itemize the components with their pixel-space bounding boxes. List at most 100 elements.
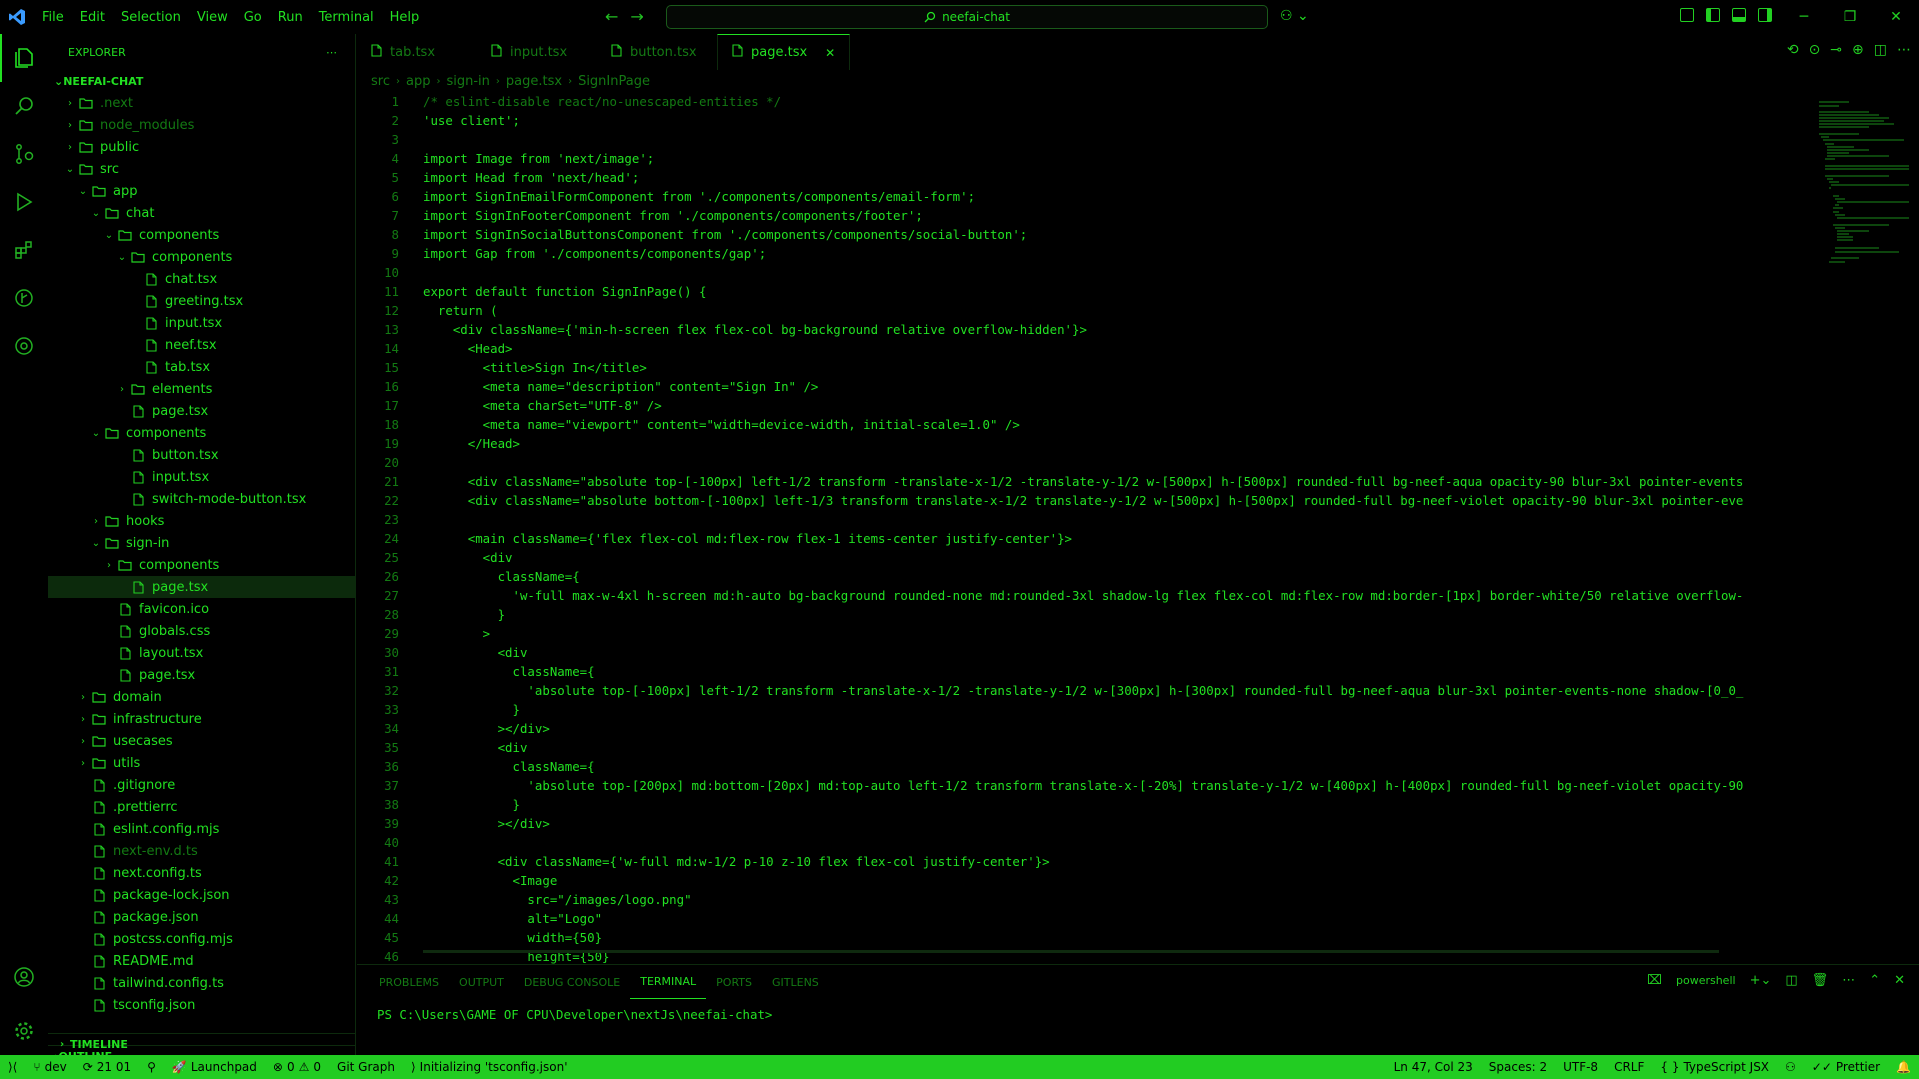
tree-file[interactable]: postcss.config.mjs bbox=[48, 928, 355, 950]
language-mode[interactable]: { } TypeScript JSX bbox=[1652, 1055, 1777, 1079]
launchpad-item[interactable]: 🚀 Launchpad bbox=[164, 1055, 265, 1079]
settings-gear-icon[interactable] bbox=[0, 1007, 48, 1055]
more-actions-icon[interactable]: ⋯ bbox=[1897, 42, 1911, 58]
sync-item[interactable]: ⟳ 21 01 bbox=[75, 1055, 139, 1079]
terminal-prompt[interactable]: PS C:\Users\GAME OF CPU\Developer\nextJs… bbox=[357, 999, 1919, 1030]
tree-folder[interactable]: ⌄ components bbox=[48, 422, 355, 444]
tree-file[interactable]: favicon.ico bbox=[48, 598, 355, 620]
terminal-shell-label[interactable]: powershell bbox=[1676, 974, 1736, 987]
copilot-icon[interactable]: ⚇ ⌄ bbox=[1280, 8, 1309, 24]
close-window-icon[interactable]: ✕ bbox=[1873, 0, 1919, 34]
tree-file[interactable]: tsconfig.json bbox=[48, 994, 355, 1016]
tree-folder[interactable]: › utils bbox=[48, 752, 355, 774]
tree-folder[interactable]: › components bbox=[48, 554, 355, 576]
tree-file[interactable]: next-env.d.ts bbox=[48, 840, 355, 862]
tree-file[interactable]: button.tsx bbox=[48, 444, 355, 466]
code-editor[interactable]: 1 /* eslint-disable react/no-unescaped-en… bbox=[357, 92, 1787, 964]
breadcrumb-item[interactable]: src bbox=[371, 74, 390, 89]
run-debug-icon[interactable] bbox=[0, 178, 48, 226]
git-commit-icon[interactable]: ⊸ bbox=[1830, 42, 1842, 58]
editor-tab[interactable]: button.tsx bbox=[597, 34, 717, 70]
copilot-status[interactable]: ⚇ bbox=[1777, 1055, 1804, 1079]
horizontal-scrollbar[interactable] bbox=[423, 950, 1719, 953]
branch-item[interactable]: ⑂ dev bbox=[25, 1055, 74, 1079]
back-arrow-icon[interactable]: ← bbox=[605, 7, 618, 26]
tree-folder[interactable]: › hooks bbox=[48, 510, 355, 532]
tree-file[interactable]: globals.css bbox=[48, 620, 355, 642]
tree-folder[interactable]: › usecases bbox=[48, 730, 355, 752]
tree-file[interactable]: .prettierrc bbox=[48, 796, 355, 818]
tree-folder[interactable]: › infrastructure bbox=[48, 708, 355, 730]
menu-go[interactable]: Go bbox=[236, 10, 270, 25]
workspace-root[interactable]: ⌄ NEEFAI-CHAT bbox=[48, 70, 355, 92]
notifications-item[interactable]: 🔔 bbox=[1888, 1055, 1919, 1079]
tree-file[interactable]: tailwind.config.ts bbox=[48, 972, 355, 994]
toggle-primary-sidebar-icon[interactable] bbox=[1706, 8, 1720, 22]
tree-file[interactable]: switch-mode-button.tsx bbox=[48, 488, 355, 510]
open-changes-icon[interactable]: ⊕ bbox=[1852, 42, 1864, 58]
toggle-secondary-sidebar-icon[interactable] bbox=[1758, 8, 1772, 22]
tree-folder[interactable]: › public bbox=[48, 136, 355, 158]
panel-tab-debug-console[interactable]: DEBUG CONSOLE bbox=[514, 965, 630, 999]
maximize-panel-icon[interactable]: ⌃ bbox=[1869, 973, 1880, 988]
problems-item[interactable]: ⊗ 0 ⚠ 0 bbox=[265, 1055, 329, 1079]
tree-folder[interactable]: › node_modules bbox=[48, 114, 355, 136]
line-ending[interactable]: CRLF bbox=[1606, 1055, 1652, 1079]
tree-folder[interactable]: ⌄ components bbox=[48, 246, 355, 268]
tree-file[interactable]: neef.tsx bbox=[48, 334, 355, 356]
tree-file[interactable]: tab.tsx bbox=[48, 356, 355, 378]
tree-file[interactable]: layout.tsx bbox=[48, 642, 355, 664]
tree-file[interactable]: greeting.tsx bbox=[48, 290, 355, 312]
breadcrumb-item[interactable]: sign-in bbox=[446, 74, 489, 89]
panel-tab-ports[interactable]: PORTS bbox=[706, 965, 762, 999]
files-icon[interactable] bbox=[0, 34, 48, 82]
tree-folder[interactable]: › .next bbox=[48, 92, 355, 114]
more-actions-icon[interactable]: ⋯ bbox=[1842, 973, 1855, 988]
forward-arrow-icon[interactable]: → bbox=[630, 7, 643, 26]
tree-file[interactable]: README.md bbox=[48, 950, 355, 972]
search-icon[interactable] bbox=[0, 82, 48, 130]
tree-file[interactable]: .gitignore bbox=[48, 774, 355, 796]
toggle-panel-icon[interactable] bbox=[1732, 8, 1746, 22]
menu-terminal[interactable]: Terminal bbox=[311, 10, 382, 25]
extensions-icon[interactable] bbox=[0, 226, 48, 274]
panel-tab-problems[interactable]: PROBLEMS bbox=[369, 965, 449, 999]
tree-file[interactable]: input.tsx bbox=[48, 466, 355, 488]
close-tab-icon[interactable]: ✕ bbox=[825, 46, 835, 60]
menu-view[interactable]: View bbox=[189, 10, 236, 25]
git-status-item[interactable]: ⚲ bbox=[139, 1055, 164, 1079]
panel-tab-terminal[interactable]: TERMINAL bbox=[630, 965, 707, 999]
tree-folder[interactable]: › domain bbox=[48, 686, 355, 708]
minimap[interactable] bbox=[1809, 92, 1919, 292]
breadcrumb-item[interactable]: page.tsx bbox=[506, 74, 562, 89]
breadcrumb-item[interactable]: app bbox=[406, 74, 430, 89]
split-terminal-icon[interactable]: ◫ bbox=[1785, 973, 1797, 988]
split-editor-icon[interactable]: ◫ bbox=[1874, 42, 1887, 58]
customize-layout-icon[interactable] bbox=[1680, 8, 1694, 22]
timeline-icon[interactable]: ⊙ bbox=[1809, 42, 1821, 58]
cursor-position[interactable]: Ln 47, Col 23 bbox=[1386, 1055, 1481, 1079]
remote-explorer-icon[interactable] bbox=[0, 322, 48, 370]
tree-folder[interactable]: › elements bbox=[48, 378, 355, 400]
editor-tab[interactable]: page.tsx ✕ bbox=[717, 34, 851, 70]
menu-run[interactable]: Run bbox=[270, 10, 311, 25]
tree-file[interactable]: eslint.config.mjs bbox=[48, 818, 355, 840]
tree-file[interactable]: input.tsx bbox=[48, 312, 355, 334]
more-actions-icon[interactable]: ⋯ bbox=[326, 46, 337, 59]
tree-folder[interactable]: ⌄ chat bbox=[48, 202, 355, 224]
source-control-icon[interactable] bbox=[0, 130, 48, 178]
panel-tab-output[interactable]: OUTPUT bbox=[449, 965, 514, 999]
editor-tab[interactable]: tab.tsx bbox=[357, 34, 477, 70]
menu-edit[interactable]: Edit bbox=[72, 10, 113, 25]
tree-folder[interactable]: ⌄ components bbox=[48, 224, 355, 246]
prettier-item[interactable]: ✓✓ Prettier bbox=[1804, 1055, 1888, 1079]
menu-selection[interactable]: Selection bbox=[113, 10, 189, 25]
editor-tab[interactable]: input.tsx bbox=[477, 34, 597, 70]
command-center-search[interactable]: neefai-chat bbox=[666, 5, 1268, 29]
git-graph-item[interactable]: Git Graph bbox=[329, 1055, 403, 1079]
trash-icon[interactable]: 🗑 bbox=[1812, 973, 1829, 988]
tree-file[interactable]: package-lock.json bbox=[48, 884, 355, 906]
breadcrumb-item[interactable]: SignInPage bbox=[578, 74, 650, 89]
tree-folder[interactable]: ⌄ app bbox=[48, 180, 355, 202]
close-panel-icon[interactable]: ✕ bbox=[1894, 973, 1905, 988]
